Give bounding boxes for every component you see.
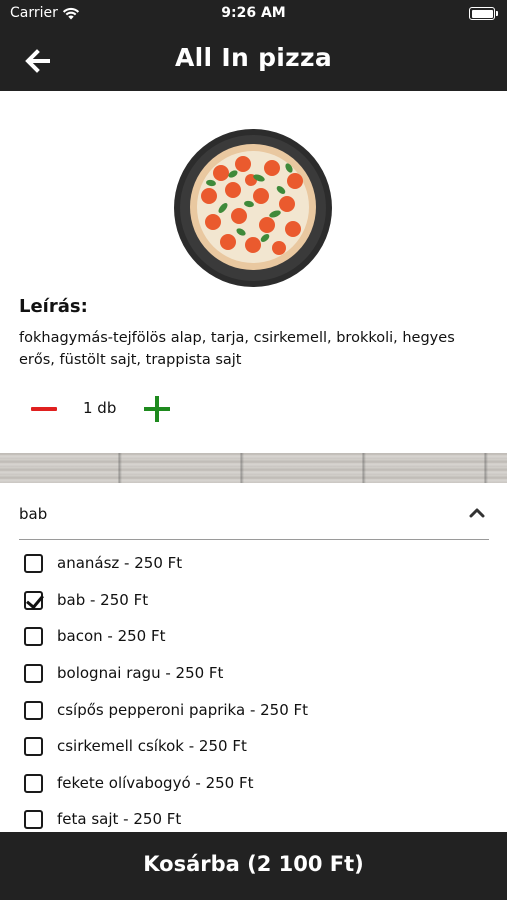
option-label: ananász - 250 Ft	[57, 554, 183, 572]
option-label: bacon - 250 Ft	[57, 627, 166, 645]
battery-icon	[469, 7, 498, 20]
description-heading: Leírás:	[19, 296, 88, 317]
option-item[interactable]: bolognai ragu - 250 Ft	[24, 661, 484, 685]
checkbox[interactable]	[24, 553, 43, 573]
status-bar: Carrier 9:26 AM	[0, 0, 507, 30]
checkbox[interactable]	[24, 700, 43, 720]
pizza-image	[173, 128, 333, 288]
option-label: bab - 250 Ft	[57, 591, 149, 609]
checkbox[interactable]	[24, 773, 43, 793]
option-item[interactable]: feta sajt - 250 Ft	[24, 807, 484, 831]
option-item[interactable]: bacon - 250 Ft	[24, 624, 484, 648]
option-label: csípős pepperoni paprika - 250 Ft	[57, 701, 309, 719]
minus-icon[interactable]	[31, 401, 57, 417]
description-text: fokhagymás-tejfölös alap, tarja, csirkem…	[19, 330, 455, 368]
topping-select[interactable]: bab	[19, 498, 489, 540]
option-label: bolognai ragu - 250 Ft	[57, 664, 224, 682]
plus-icon[interactable]	[144, 396, 170, 422]
option-item[interactable]: ananász - 250 Ft	[24, 551, 484, 575]
top-bar: Carrier 9:26 AM All In pizza	[0, 0, 507, 91]
checkbox-checked[interactable]	[24, 590, 43, 610]
option-item[interactable]: csípős pepperoni paprika - 250 Ft	[24, 698, 484, 722]
option-label: fekete olívabogyó - 250 Ft	[57, 774, 254, 792]
quantity-value: 1 db	[83, 399, 117, 417]
checkbox[interactable]	[24, 626, 43, 646]
checkbox[interactable]	[24, 663, 43, 683]
topping-options-list: ananász - 250 Ft bab - 250 Ft bacon - 25…	[0, 545, 507, 832]
checkbox[interactable]	[24, 736, 43, 756]
wood-divider	[0, 453, 507, 483]
quantity-stepper: 1 db	[19, 393, 219, 425]
add-to-cart-button[interactable]: Kosárba (2 100 Ft)	[0, 832, 507, 900]
add-to-cart-label: Kosárba (2 100 Ft)	[143, 852, 364, 876]
checkbox[interactable]	[24, 809, 43, 829]
chevron-up-icon	[469, 508, 485, 518]
option-label: feta sajt - 250 Ft	[57, 810, 182, 828]
topping-select-value: bab	[19, 505, 48, 523]
page-title: All In pizza	[174, 43, 333, 72]
status-time: 9:26 AM	[221, 5, 286, 21]
option-item[interactable]: csirkemell csíkok - 250 Ft	[24, 734, 484, 758]
option-item[interactable]: bab - 250 Ft	[24, 588, 484, 612]
option-item[interactable]: fekete olívabogyó - 250 Ft	[24, 771, 484, 795]
option-label: csirkemell csíkok - 250 Ft	[57, 737, 247, 755]
